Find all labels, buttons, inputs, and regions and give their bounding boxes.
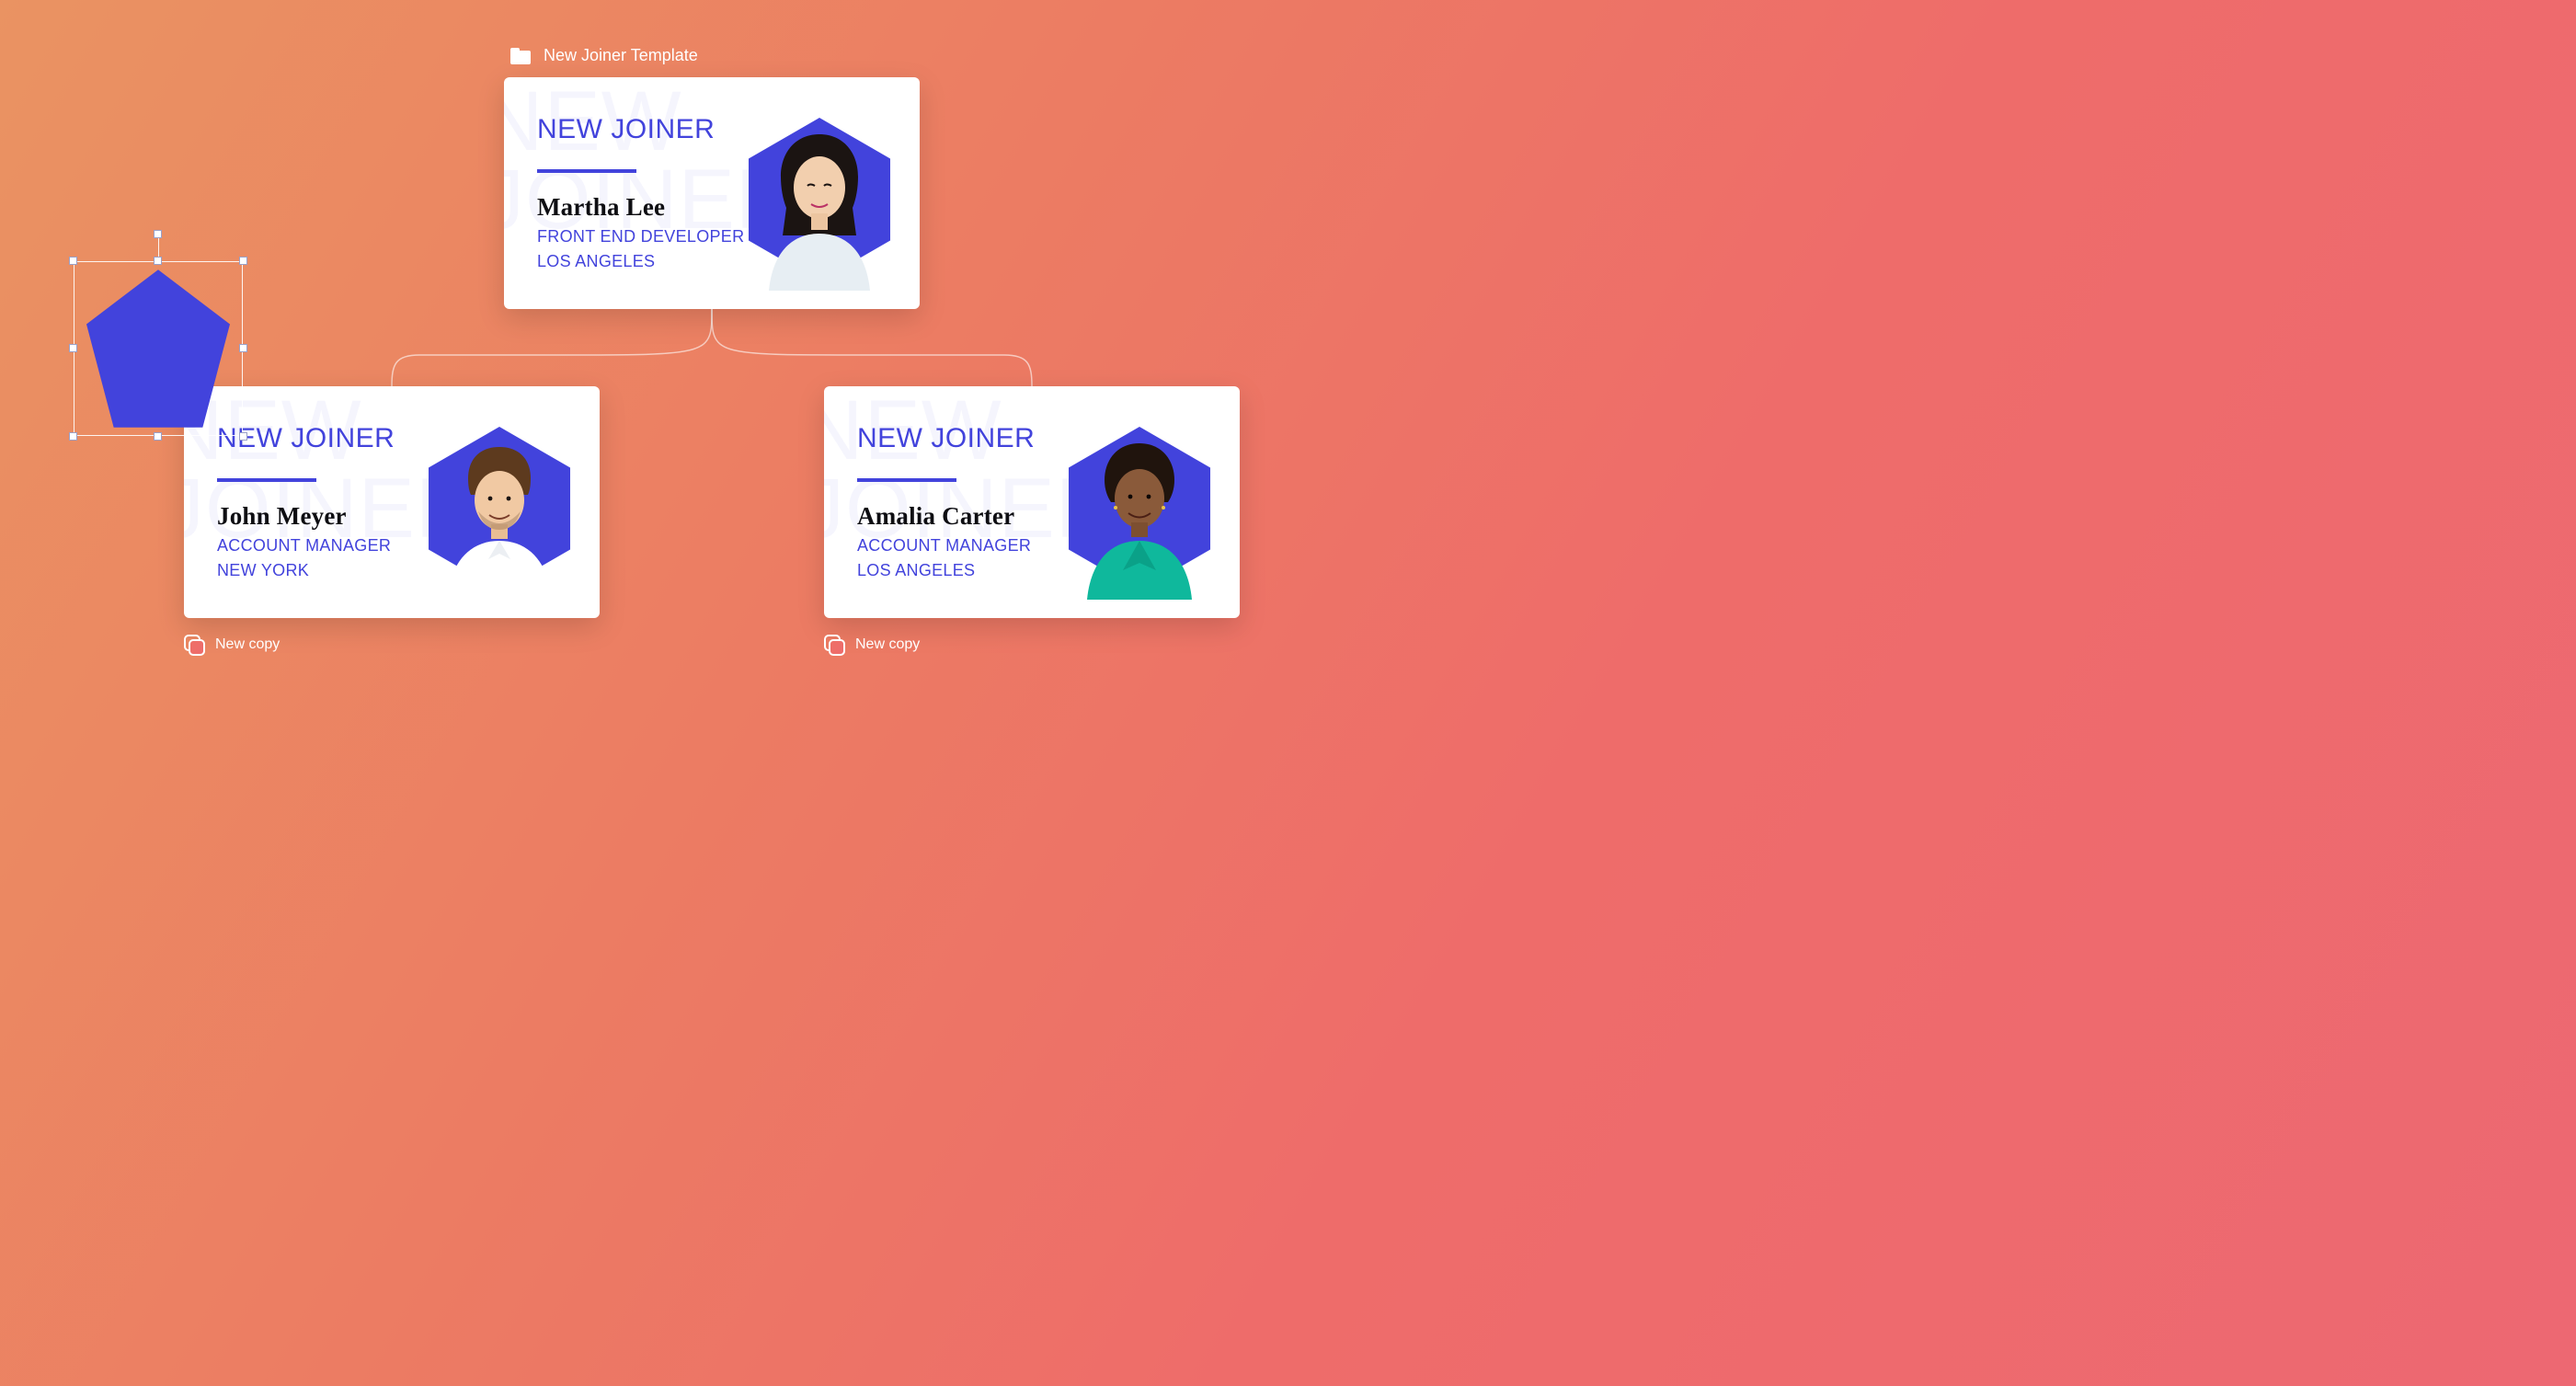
template-card-copy-left[interactable]: NEW JOINER NEW JOINER John Meyer ACCOUNT… xyxy=(184,386,600,618)
copy-label-left[interactable]: New copy xyxy=(184,635,280,655)
avatar-man-1 xyxy=(421,419,578,600)
resize-handle-tm[interactable] xyxy=(154,257,162,265)
copy-icon xyxy=(184,635,204,655)
breadcrumb-label: New Joiner Template xyxy=(544,46,698,65)
design-canvas[interactable]: New Joiner Template NEW JOINER NEW JOINE… xyxy=(0,0,1386,746)
resize-handle-ml[interactable] xyxy=(69,344,77,352)
copy-label-text: New copy xyxy=(855,636,920,653)
template-card-copy-right[interactable]: NEW JOINER NEW JOINER Amalia Carter ACCO… xyxy=(824,386,1240,618)
copy-icon xyxy=(824,635,844,655)
resize-handle-tr[interactable] xyxy=(239,257,247,265)
rotation-handle[interactable] xyxy=(154,230,162,238)
resize-handle-tl[interactable] xyxy=(69,257,77,265)
card-divider xyxy=(537,169,636,173)
resize-handle-bl[interactable] xyxy=(69,432,77,441)
template-card-parent[interactable]: NEW JOINER NEW JOINER Martha Lee FRONT E… xyxy=(504,77,920,309)
card-avatar-frame xyxy=(421,419,578,600)
selected-shape-pentagon[interactable] xyxy=(74,261,243,436)
card-divider xyxy=(217,478,316,482)
card-divider xyxy=(857,478,956,482)
pentagon-shape[interactable] xyxy=(86,269,230,429)
card-avatar-frame xyxy=(1061,419,1218,600)
card-avatar-frame xyxy=(741,110,898,291)
resize-handle-bm[interactable] xyxy=(154,432,162,441)
copy-label-text: New copy xyxy=(215,636,280,653)
folder-icon xyxy=(510,48,531,64)
avatar-woman-1 xyxy=(741,110,898,291)
copy-label-right[interactable]: New copy xyxy=(824,635,920,655)
resize-handle-br[interactable] xyxy=(239,432,247,441)
avatar-woman-2 xyxy=(1061,419,1218,600)
resize-handle-mr[interactable] xyxy=(239,344,247,352)
breadcrumb[interactable]: New Joiner Template xyxy=(510,46,698,65)
